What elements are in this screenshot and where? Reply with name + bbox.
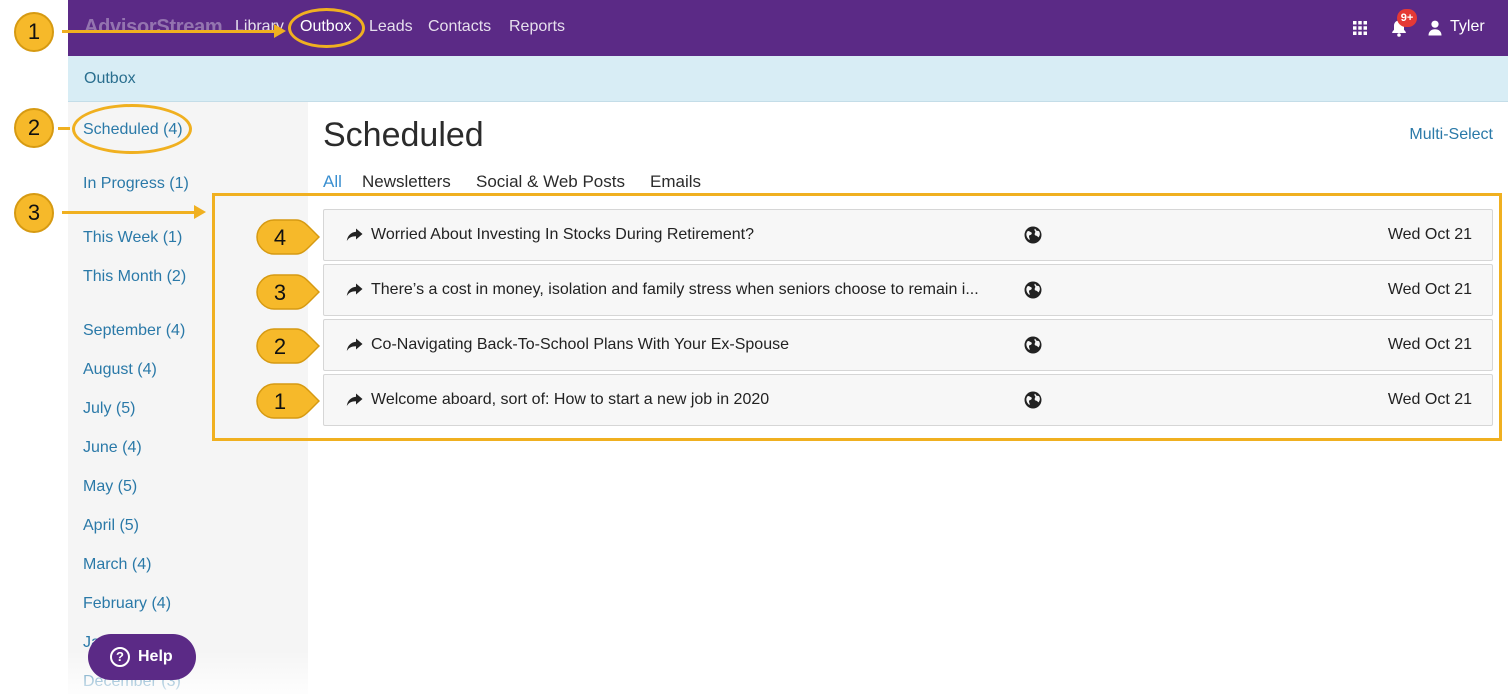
help-button[interactable]: ? Help <box>88 634 196 680</box>
nav-link-reports[interactable]: Reports <box>509 18 565 36</box>
annotation-arrowhead <box>194 205 206 219</box>
tab-social-web-posts[interactable]: Social & Web Posts <box>476 172 625 192</box>
annotation-arrow-line <box>62 211 196 214</box>
callout-marker-2: 2 <box>14 108 54 148</box>
tab-emails[interactable]: Emails <box>650 172 701 192</box>
sidebar-item-may[interactable]: May (5) <box>83 478 137 496</box>
user-name[interactable]: Tyler <box>1450 18 1485 36</box>
subheader-bar: Outbox <box>68 56 1508 102</box>
annotation-arrow-line <box>58 127 70 130</box>
sidebar-item-march[interactable]: March (4) <box>83 556 151 574</box>
brand-logo[interactable]: AdvisorStream <box>84 16 223 39</box>
row-marker-4: 4 <box>273 225 287 250</box>
callout-marker-3: 3 <box>14 193 54 233</box>
multi-select-link[interactable]: Multi-Select <box>1409 126 1493 144</box>
nav-link-contacts[interactable]: Contacts <box>428 18 491 36</box>
tab-all[interactable]: All <box>323 172 342 192</box>
annotation-ellipse-scheduled <box>72 104 192 154</box>
user-icon[interactable] <box>1428 20 1442 36</box>
sidebar-item-september[interactable]: September (4) <box>83 322 185 340</box>
tab-newsletters[interactable]: Newsletters <box>362 172 451 192</box>
sidebar-item-april[interactable]: April (5) <box>83 517 139 535</box>
row-marker-3: 3 <box>273 280 287 305</box>
annotation-arrow-line <box>62 30 276 33</box>
row-marker-2: 2 <box>273 334 287 359</box>
notification-badge: 9+ <box>1397 9 1417 27</box>
annotation-ellipse-outbox <box>288 8 365 48</box>
page: AdvisorStream Library Outbox Leads Conta… <box>0 0 1508 694</box>
sidebar-item-august[interactable]: August (4) <box>83 361 157 379</box>
apps-grid-icon[interactable] <box>1353 21 1367 35</box>
annotation-arrowhead <box>274 24 286 38</box>
sidebar-item-this-month[interactable]: This Month (2) <box>83 268 186 286</box>
subheader-title[interactable]: Outbox <box>84 70 136 88</box>
nav-link-leads[interactable]: Leads <box>369 18 413 36</box>
sidebar-item-july[interactable]: July (5) <box>83 400 135 418</box>
callout-marker-1: 1 <box>14 12 54 52</box>
sidebar-item-june[interactable]: June (4) <box>83 439 142 457</box>
help-icon: ? <box>110 647 130 667</box>
sidebar-item-february[interactable]: February (4) <box>83 595 171 613</box>
sidebar-item-this-week[interactable]: This Week (1) <box>83 229 182 247</box>
annotation-box-rows <box>212 193 1502 441</box>
sidebar-item-in-progress[interactable]: In Progress (1) <box>83 175 189 193</box>
page-title: Scheduled <box>323 116 484 154</box>
help-label: Help <box>138 648 173 665</box>
row-marker-1: 1 <box>273 389 287 414</box>
